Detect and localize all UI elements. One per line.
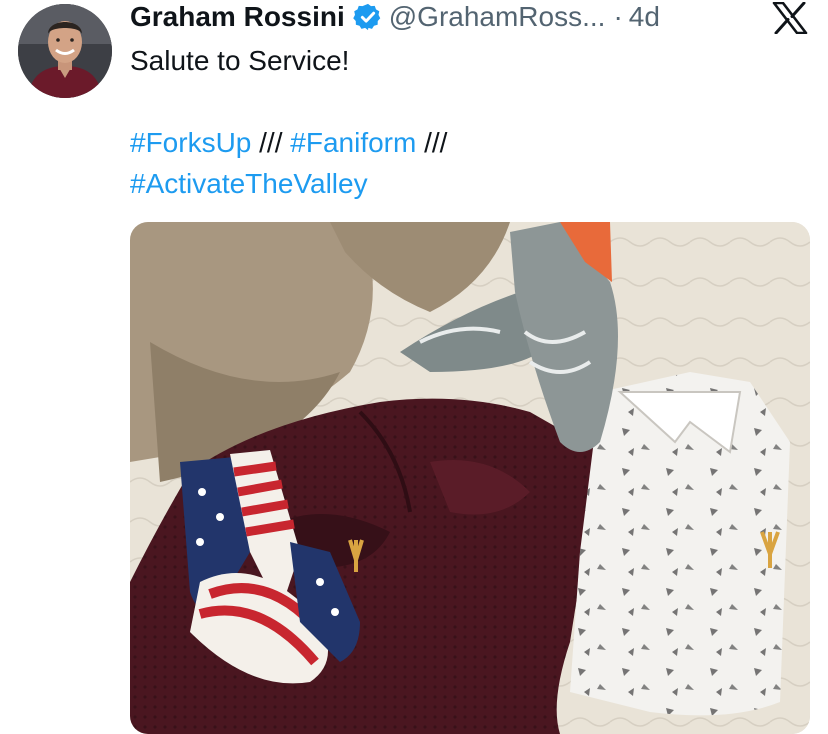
hashtag-separator: ///: [424, 127, 448, 158]
tweet-text-line: Salute to Service!: [130, 45, 350, 76]
avatar-image: [18, 4, 112, 98]
hashtag-forksup[interactable]: #ForksUp: [130, 127, 251, 158]
tweet-photo[interactable]: [130, 222, 810, 734]
author-name[interactable]: Graham Rossini: [130, 1, 345, 33]
header-separator: ·: [613, 1, 623, 32]
tweet-header: Graham Rossini @GrahamRoss... · 4d: [130, 0, 660, 34]
x-logo-icon[interactable]: [772, 2, 808, 34]
timestamp[interactable]: 4d: [629, 1, 660, 33]
author-handle[interactable]: @GrahamRoss...: [389, 1, 606, 33]
photo-image: [130, 222, 810, 734]
hashtag-faniform[interactable]: #Faniform: [290, 127, 416, 158]
tweet-text: Salute to Service! #ForksUp /// #Fanifor…: [130, 40, 790, 204]
author-avatar[interactable]: [18, 4, 112, 98]
hashtag-activatethevalley[interactable]: #ActivateTheValley: [130, 168, 368, 199]
verified-badge-icon: [352, 3, 380, 31]
hashtag-separator: ///: [259, 127, 283, 158]
